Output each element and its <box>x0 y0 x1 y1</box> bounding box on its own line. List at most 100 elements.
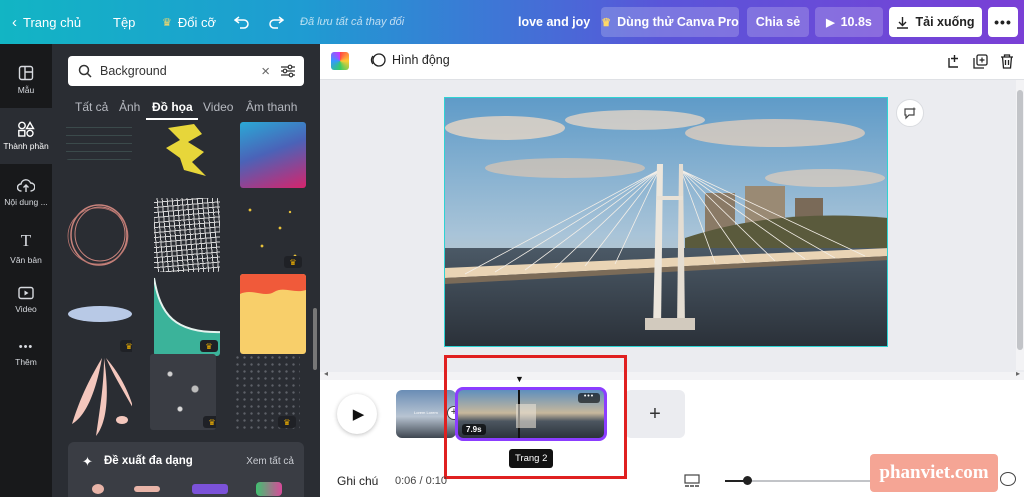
panel-tabs: Tất cả Ảnh Đồ họa Video Âm thanh <box>68 98 316 122</box>
nav-label: Văn bản <box>10 255 42 265</box>
color-picker-icon[interactable] <box>331 52 349 70</box>
more-icon: ••• <box>18 341 34 353</box>
left-nav: Mẫu Thành phần Nội dung ... T Văn bản Vi… <box>0 44 52 497</box>
plus-icon: + <box>649 402 661 425</box>
redo-icon <box>269 16 284 29</box>
resize-label: Đổi cỡ <box>177 14 217 30</box>
add-comment-button[interactable] <box>896 99 924 127</box>
nav-label: Thêm <box>15 357 37 367</box>
play-duration: 10.8s <box>840 15 872 29</box>
play-icon: ▶ <box>826 16 835 29</box>
top-bar: ‹ Trang chủ Tệp ♛ Đổi cỡ Đã lưu tất cả t… <box>0 0 1024 44</box>
nav-uploads[interactable]: Nội dung ... <box>0 164 52 220</box>
share-label: Chia sẻ <box>755 15 801 29</box>
graphic-tile[interactable] <box>154 198 220 272</box>
tab-audio[interactable]: Âm thanh <box>246 100 297 114</box>
scroll-thumb[interactable] <box>1017 90 1023 350</box>
add-page-icon[interactable] <box>947 54 962 69</box>
notes-button[interactable]: Ghi chú <box>337 474 378 488</box>
graphic-tile[interactable]: ♛ <box>66 282 132 356</box>
tab-photos[interactable]: Ảnh <box>119 100 140 114</box>
home-label: Trang chủ <box>23 14 82 30</box>
suggestions-title: Đề xuất đa dạng <box>104 455 193 467</box>
graphic-tile[interactable]: ♛ <box>154 274 220 356</box>
crown-icon: ♛ <box>120 340 132 352</box>
upload-icon <box>17 178 35 192</box>
try-pro-label: Dùng thử Canva Pro <box>617 15 739 29</box>
download-button[interactable]: Tải xuống <box>889 7 982 37</box>
canvas-area: ◂ ▸ <box>320 80 1024 380</box>
panel-scrollbar[interactable] <box>313 308 317 370</box>
graphic-tile[interactable] <box>154 122 220 184</box>
crown-icon: ♛ <box>200 340 218 352</box>
duplicate-page-icon[interactable] <box>973 54 988 69</box>
animation-icon <box>370 53 386 67</box>
file-menu[interactable]: Tệp <box>113 0 135 44</box>
file-label: Tệp <box>113 14 136 30</box>
graphic-tile[interactable] <box>240 122 306 188</box>
suggestion-thumb[interactable] <box>256 482 282 496</box>
tab-graphics[interactable]: Đồ họa <box>152 100 193 114</box>
resize-button[interactable]: ♛ Đổi cỡ <box>162 0 216 44</box>
delete-page-icon[interactable] <box>1000 54 1014 69</box>
suggestion-thumb[interactable] <box>92 484 104 494</box>
add-page-button[interactable]: + <box>625 390 685 438</box>
close-icon[interactable]: × <box>261 63 270 80</box>
graphic-tile[interactable] <box>240 274 306 354</box>
suggestion-thumb[interactable] <box>192 484 228 494</box>
video-icon <box>18 286 34 300</box>
play-button[interactable]: ▶ 10.8s <box>815 7 883 37</box>
graphic-tile[interactable] <box>66 358 132 444</box>
editor-toolbar: Hình động <box>320 44 1024 80</box>
see-all-link[interactable]: Xem tất cả <box>246 456 294 467</box>
animate-label: Hình động <box>392 53 450 67</box>
home-button[interactable]: ‹ Trang chủ <box>12 0 81 44</box>
vertical-scrollbar[interactable] <box>1016 80 1024 370</box>
more-icon: ••• <box>994 14 1012 30</box>
undo-button[interactable] <box>234 0 250 44</box>
time-readout: 0:06 / 0:10 <box>395 475 447 487</box>
tab-all[interactable]: Tất cả <box>75 100 108 114</box>
search-box[interactable]: Background × <box>68 56 304 86</box>
nav-label: Thành phần <box>3 141 49 151</box>
design-canvas[interactable] <box>444 97 888 347</box>
project-title[interactable]: love and joy <box>518 0 590 44</box>
scroll-left-icon[interactable]: ◂ <box>324 369 328 378</box>
tab-videos[interactable]: Video <box>203 100 233 114</box>
share-button[interactable]: Chia sẻ <box>747 7 809 37</box>
timeline-play-button[interactable]: ▶ <box>337 394 377 434</box>
play-icon: ▶ <box>352 406 365 423</box>
chevron-left-icon: ‹ <box>12 13 17 31</box>
crown-icon: ♛ <box>278 416 296 428</box>
undo-icon <box>234 16 249 29</box>
bridge-photo <box>445 98 887 346</box>
animate-button[interactable]: Hình động <box>370 52 450 68</box>
nav-text[interactable]: T Văn bản <box>0 220 52 276</box>
nav-elements[interactable]: Thành phần <box>0 108 52 164</box>
nav-video[interactable]: Video <box>0 272 52 328</box>
zoom-slider-track[interactable] <box>725 476 875 485</box>
grid-view-icon[interactable] <box>684 474 700 488</box>
suggestions-section: ✦ Đề xuất đa dạng Xem tất cả <box>68 442 304 497</box>
crown-icon: ♛ <box>203 416 216 428</box>
text-icon: T <box>20 231 32 250</box>
zoom-slider-thumb[interactable] <box>743 476 752 485</box>
more-options-button[interactable]: ••• <box>988 7 1018 37</box>
download-label: Tải xuống <box>915 15 975 29</box>
scroll-right-icon[interactable]: ▸ <box>1016 369 1020 378</box>
graphic-tile[interactable] <box>66 198 132 272</box>
nav-templates[interactable]: Mẫu <box>0 52 52 108</box>
search-input[interactable]: Background <box>100 64 261 78</box>
graphic-tile[interactable]: ♛ <box>150 354 216 430</box>
graphic-tile[interactable]: ♛ <box>240 198 306 272</box>
help-icon[interactable] <box>1000 472 1016 486</box>
graphic-tile[interactable]: ♛ <box>234 354 300 430</box>
suggestion-thumb[interactable] <box>134 486 160 492</box>
try-pro-button[interactable]: ♛ Dùng thử Canva Pro <box>601 7 739 37</box>
filter-icon[interactable] <box>280 64 296 78</box>
watermark-logo: phanviet.com <box>870 454 998 492</box>
redo-button[interactable] <box>268 0 284 44</box>
horizontal-scrollbar[interactable]: ◂ ▸ <box>320 369 1024 380</box>
nav-more[interactable]: ••• Thêm <box>0 326 52 382</box>
graphic-tile[interactable] <box>66 122 132 160</box>
